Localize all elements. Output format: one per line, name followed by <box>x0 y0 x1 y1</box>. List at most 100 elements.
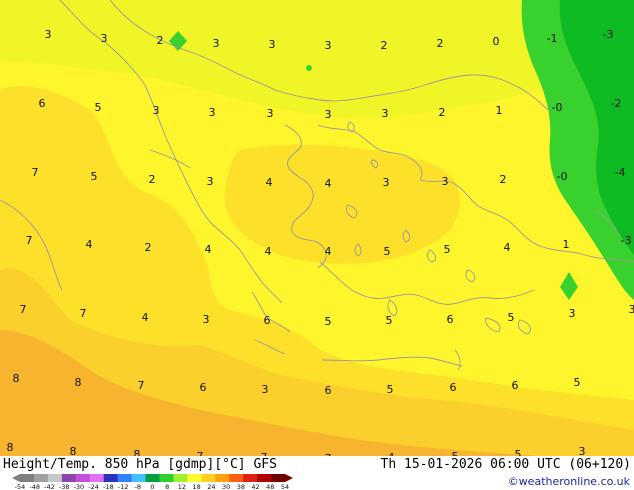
color-scale-cell <box>89 474 104 482</box>
temperature-label: 4 <box>325 245 332 258</box>
temperature-label: 5 <box>574 376 581 389</box>
color-scale-tick-label: -8 <box>135 483 141 490</box>
color-scale-tick-label: -24 <box>88 483 99 490</box>
temperature-label: 6 <box>512 379 519 392</box>
color-scale-tick-label: 38 <box>237 483 245 490</box>
temperature-label: 3 <box>382 107 389 120</box>
temperature-label: 3 <box>569 307 576 320</box>
temperature-label: 3 <box>209 106 216 119</box>
temperature-label: 8 <box>13 372 20 385</box>
temperature-label: 3 <box>213 37 220 50</box>
credit-link[interactable]: ©weatheronline.co.uk <box>508 475 630 488</box>
temperature-label: 7 <box>26 234 33 247</box>
temperature-label: 4 <box>504 241 511 254</box>
temperature-label: -3 <box>621 234 632 247</box>
temperature-label: 6 <box>39 97 46 110</box>
color-scale-arrow-right <box>285 474 293 482</box>
temperature-label: 8 <box>75 376 82 389</box>
temperature-label: 5 <box>384 245 391 258</box>
color-scale-tick-label: 48 <box>266 483 274 490</box>
color-scale-cell <box>131 474 146 482</box>
color-scale-tick-label: 42 <box>251 483 259 490</box>
temperature-label: 2 <box>381 39 388 52</box>
temperature-label: 3 <box>442 175 449 188</box>
color-scale-tick-label: 24 <box>207 483 215 490</box>
temperature-label: 3 <box>45 28 52 41</box>
temperature-label: 6 <box>447 313 454 326</box>
temperature-label: 4 <box>142 311 149 324</box>
temperature-label: 7 <box>20 303 27 316</box>
temperature-label: 3 <box>383 176 390 189</box>
temperature-label: -0 <box>552 101 563 114</box>
map-title: Height/Temp. 850 hPa [gdmp][°C] GFS <box>3 457 277 472</box>
temperature-label: 3 <box>153 104 160 117</box>
color-scale-tick-label: -54 <box>15 483 26 490</box>
temperature-label: 5 <box>508 311 515 324</box>
temperature-label: -3 <box>603 28 614 41</box>
temperature-label: 5 <box>386 314 393 327</box>
color-scale-tick-label: -48 <box>29 483 40 490</box>
color-scale-cell <box>257 474 272 482</box>
temperature-label: 4 <box>325 177 332 190</box>
temperature-label: -4 <box>615 166 626 179</box>
color-scale-cell <box>33 474 49 482</box>
color-scale-tick-label: 18 <box>193 483 201 490</box>
temp-cold-dot <box>306 65 312 71</box>
color-scale-tick-label: -42 <box>44 483 55 490</box>
color-scale-tick-label: 0 <box>150 483 154 490</box>
temperature-label: 2 <box>149 173 156 186</box>
temperature-label: 0 <box>493 35 500 48</box>
color-scale-tick-label: 30 <box>222 483 230 490</box>
color-scale-cell <box>271 474 286 482</box>
temperature-label: 6 <box>264 314 271 327</box>
temperature-label: 3 <box>325 108 332 121</box>
color-scale-arrow-left <box>12 474 20 482</box>
weather-map: 3 3 2 3 3 3 2 2 0 -1 -3 6 5 3 3 3 3 3 2 1 -0 -2 7 5 2 3 4 4 3 3 2 -0 -4 7… <box>0 0 634 456</box>
color-scale-cell <box>159 474 174 482</box>
temperature-label: 6 <box>200 381 207 394</box>
temperature-label: 5 <box>444 243 451 256</box>
color-scale-cell <box>201 474 216 482</box>
color-scale-tick-label: -30 <box>74 483 85 490</box>
temperature-label: 5 <box>387 383 394 396</box>
color-scale-cell <box>117 474 132 482</box>
color-scale-cell <box>243 474 258 482</box>
temperature-label: 7 <box>80 307 87 320</box>
temperature-label: 7 <box>138 379 145 392</box>
temperature-label: -0 <box>557 170 568 183</box>
temperature-label: 1 <box>563 238 570 251</box>
temperature-label: 3 <box>207 175 214 188</box>
color-scale-cell <box>47 474 63 482</box>
color-scale-cell <box>103 474 118 482</box>
temperature-label: 3 <box>101 32 108 45</box>
color-scale-tick-label: -12 <box>118 483 129 490</box>
temperature-label: 3 <box>269 38 276 51</box>
temperature-label: 3 <box>325 39 332 52</box>
temperature-label: 7 <box>32 166 39 179</box>
temperature-label: 6 <box>325 384 332 397</box>
temperature-label: 3 <box>203 313 210 326</box>
temperature-label: 2 <box>437 37 444 50</box>
temperature-label: 8 <box>134 448 141 456</box>
color-scale-cell <box>61 474 77 482</box>
temperature-label: 4 <box>86 238 93 251</box>
color-scale-tick-label: -18 <box>103 483 114 490</box>
temperature-label: 1 <box>496 104 503 117</box>
temperature-label: 8 <box>70 445 77 456</box>
temperature-label: 5 <box>91 170 98 183</box>
color-scale-tick-label: 54 <box>281 483 289 490</box>
color-scale-cell <box>187 474 202 482</box>
temperature-label: 3 <box>262 383 269 396</box>
color-scale-bar: -54 -48 -42 -38 -30 -24 -18 -12 -8 0 8 12 18 24 30 38 42… <box>12 474 293 490</box>
color-scale-cell <box>145 474 160 482</box>
temperature-label: -1 <box>547 32 558 45</box>
temperature-label: 5 <box>95 101 102 114</box>
map-timestamp: Th 15-01-2026 06:00 UTC (06+120) <box>380 457 631 472</box>
color-scale-ticks: -54 -48 -42 -38 -30 -24 -18 -12 -8 0 8 12 18 24 30 38 42… <box>15 483 289 490</box>
color-scale-tick-label: 8 <box>165 483 169 490</box>
temperature-label: -2 <box>611 97 622 110</box>
color-scale-tick-label: 12 <box>178 483 186 490</box>
temperature-label: 3 <box>629 303 634 316</box>
temperature-label: 4 <box>266 176 273 189</box>
color-scale-cell <box>215 474 230 482</box>
